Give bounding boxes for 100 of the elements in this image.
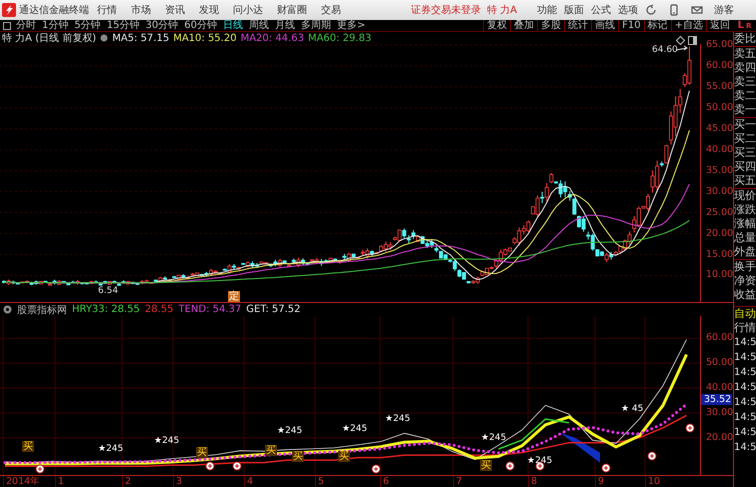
ma-value: MA5: 57.15 [112,32,170,44]
axis-label: 2 [122,476,132,487]
quote-label: 买三 [734,146,756,160]
phone-icon[interactable] [668,4,680,16]
axis-label: 50.00 [706,358,734,368]
buy-signal: 买 [265,445,277,456]
stock-name: 特 力A [487,4,518,17]
period-tab[interactable]: 多周期 [300,20,331,31]
axis-label: 2014年 [3,476,40,487]
menu-item[interactable]: 版面 [564,3,584,17]
trade-time: 14:5 [734,381,756,395]
ma-value: MA60: 29.83 [308,32,372,44]
axis-label: 65.00 [706,40,734,50]
axis-label: 8 [528,476,538,487]
plus-circle-icon [602,464,610,472]
axis-label: 6 [380,476,390,487]
axis-label: 25.00 [706,208,734,218]
menu-item[interactable]: 交易 [321,3,341,17]
axis-label: 35.00 [706,166,734,176]
signal-label: ★245 [385,414,410,424]
menu-item[interactable]: 发现 [199,3,219,17]
axis-label: 10 [645,476,660,487]
period-tab[interactable]: 更多> [336,20,366,31]
signal-label: ★245 [342,424,368,434]
mode-label: 自动 [734,306,756,321]
axis-label: 3 [173,476,182,487]
axis-label: 20.00 [706,228,734,239]
period-tab[interactable]: 月线 [274,20,295,31]
quote-label: 卖一 [734,103,756,117]
plus-circle-icon [206,462,214,470]
quote-label: 卖三 [734,75,756,89]
plus-circle-icon [232,462,242,470]
axis-label: 15.00 [706,250,734,260]
period-tab[interactable]: 60分钟 [184,20,217,31]
menu-item[interactable]: 行情 [97,3,117,17]
period-tab[interactable]: 周线 [248,20,269,31]
buy-signal: 买 [480,460,492,471]
buy-signal: 买 [196,447,208,458]
indicator-value: HRY33: 28.55 [72,304,140,315]
quote-label: 涨跌 [734,203,756,217]
signal-label: ★245 [277,426,302,436]
logo-icon [2,3,16,17]
menu-item[interactable]: 选项 [618,3,638,17]
period-tab[interactable]: 30分钟 [145,20,178,31]
axis-label: 45.00 [706,124,734,134]
message-icon[interactable] [691,4,703,16]
user-name[interactable]: 游客 [714,3,734,17]
quote-label: 总量 [734,231,756,245]
menu-item[interactable]: 财富圈 [277,3,307,17]
panel-icon[interactable] [688,36,697,45]
price-label: 64.60 [652,45,678,55]
layout-icon[interactable] [3,22,11,30]
panel-tab[interactable]: 行情 [734,321,756,335]
settings-icon[interactable] [3,305,12,314]
quote-label: 委比 [734,32,756,46]
axis-label: 20.00 [706,432,734,443]
quote-label: 外盘 [734,245,756,259]
signal-label: ★245 [154,436,180,446]
buy-signal: 买 [22,441,34,452]
trade-time: 14:5 [734,426,756,440]
menu-item[interactable]: 问小达 [233,3,263,17]
menu-item[interactable]: 资讯 [165,3,185,17]
quote-label: 买二 [734,132,756,146]
axis-label: 4 [244,476,254,487]
period-tab[interactable]: 日线 [222,20,243,31]
signal-label: ★245 [481,433,506,443]
period-tab[interactable]: 1分钟 [42,20,68,31]
ma-value: MA20: 44.63 [240,32,304,44]
quote-label: 现价 [734,188,756,203]
axis-label: 5 [315,476,324,487]
trade-time: 14:5 [734,366,756,380]
axis-label: 40.00 [706,383,734,394]
buy-signal: 买 [338,451,350,462]
diamond-icon[interactable] [676,36,685,45]
quote-label: 买五 [734,174,756,188]
menu-item[interactable]: 功能 [537,3,557,17]
axis-label: 50.00 [706,102,734,113]
indicator-value: TEND: 54.37 [178,304,242,315]
plus-circle-icon [648,452,656,460]
menu-item[interactable]: 公式 [591,3,611,17]
period-tab[interactable]: 分时 [16,20,36,31]
quote-label: 买一 [734,117,756,132]
period-tab[interactable]: 15分钟 [106,20,140,31]
axis-label: 40.00 [706,144,734,155]
settings-icon[interactable] [100,34,108,42]
quote-label: 涨幅 [734,217,756,231]
indicator-value: GET: 57.52 [246,304,301,315]
login-status[interactable]: 证券交易未登录 [411,3,481,17]
quote-label: 换手 [734,259,756,274]
period-tab[interactable]: 5分钟 [74,20,101,31]
axis-label: 1 [55,476,64,487]
quote-label: 净资 [734,274,756,288]
axis-label: 7 [453,476,462,487]
app-title: 通达信金融终端 [19,4,89,17]
tool-button[interactable]: +自选 [670,20,706,31]
refresh-icon[interactable] [645,4,657,16]
menu-item[interactable]: 市场 [131,3,151,17]
axis-label: 55.00 [706,82,734,92]
trade-time: 14:5 [734,336,756,350]
current-value: 35.52 [701,394,732,406]
